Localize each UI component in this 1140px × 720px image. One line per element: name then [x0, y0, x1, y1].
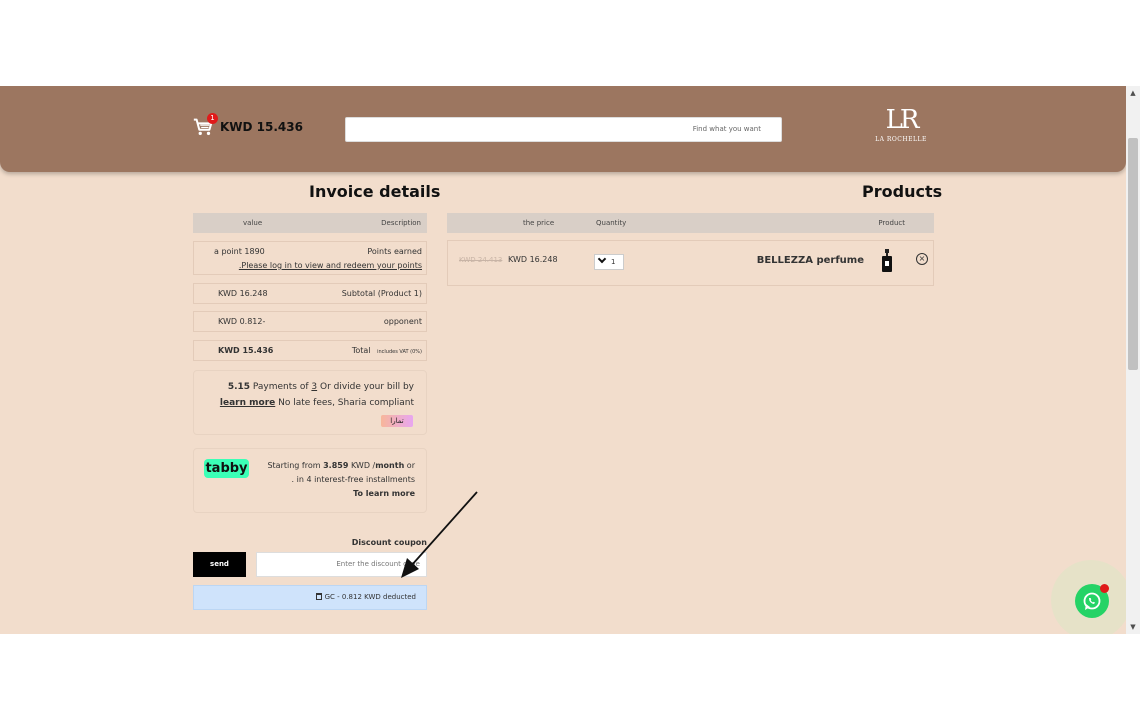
- col-description: Description: [381, 219, 421, 227]
- tabby-mid: KWD /: [348, 461, 376, 470]
- brand-logo[interactable]: LR LA ROCHELLE: [866, 104, 936, 154]
- whatsapp-icon: [1082, 591, 1102, 611]
- perfume-bottle-icon: [881, 249, 893, 273]
- annotation-arrow: [401, 491, 478, 578]
- col-product: Product: [878, 219, 905, 227]
- tabby-widget: tabby Starting from 3.859 KWD /month or …: [193, 448, 427, 513]
- tabby-amount: 3.859: [323, 461, 349, 470]
- tamara-learn-more[interactable]: learn more: [220, 398, 275, 408]
- tabby-logo: tabby: [204, 459, 249, 478]
- tamara-amount: 5.15: [227, 382, 251, 392]
- total-value: KWD 15.436: [218, 346, 274, 355]
- points-value: a point 1890: [214, 247, 265, 256]
- cart-icon: 1: [192, 113, 218, 138]
- opponent-row: KWD 0.812- opponent: [193, 311, 427, 332]
- tamara-logo: تمارا: [381, 415, 413, 427]
- tamara-widget: 5.15 Payments of 3 Or divide your bill b…: [193, 370, 427, 435]
- coupon-applied-text: GC - 0.812 KWD deducted: [324, 593, 416, 601]
- col-price: the price: [523, 219, 555, 227]
- products-title: Products: [862, 182, 943, 201]
- tabby-line2: . in 4 interest-free installments: [291, 475, 415, 484]
- tabby-suffix: or: [404, 461, 415, 470]
- login-link[interactable]: .Please log in to view and redeem your p…: [239, 261, 422, 270]
- vat-note: includes VAT (0%): [377, 349, 422, 355]
- send-button[interactable]: send: [193, 552, 246, 577]
- subtotal-value: KWD 16.248: [218, 289, 268, 298]
- col-value: value: [243, 219, 263, 227]
- tabby-link[interactable]: To learn more: [267, 487, 415, 501]
- products-table-header: the price Quantity Product: [447, 213, 934, 233]
- logo-mark: LR: [885, 105, 920, 135]
- product-name[interactable]: BELLEZZA perfume: [757, 255, 864, 266]
- total-label: Total: [351, 346, 371, 355]
- quantity-select[interactable]: 1: [594, 254, 624, 270]
- product-row: KWD 24.413 KWD 16.248 1 BELLEZZA perfume…: [447, 240, 934, 286]
- tabby-text: Starting from 3.859 KWD /month or . in 4…: [267, 459, 415, 501]
- tabby-prefix: Starting from: [267, 461, 324, 470]
- trash-icon[interactable]: [315, 593, 322, 600]
- tamara-text: 5.15 Payments of 3 Or divide your bill b…: [220, 379, 414, 411]
- subtotal-row: KWD 16.248 Subtotal (Product 1): [193, 283, 427, 304]
- opponent-label: opponent: [383, 317, 422, 326]
- whatsapp-notification-dot: [1100, 584, 1109, 593]
- cart-button[interactable]: 1 KWD 15.436: [192, 113, 303, 138]
- subtotal-label: Subtotal (Product 1): [341, 289, 422, 298]
- chevron-down-icon: [597, 254, 607, 264]
- cart-total: KWD 15.436: [220, 120, 303, 134]
- page-viewport: 1 KWD 15.436 Find what you want LR LA RO…: [0, 86, 1126, 634]
- invoice-title: Invoice details: [309, 182, 441, 201]
- coupon-label: Discount coupon: [351, 538, 427, 547]
- total-row: KWD 15.436 Total includes VAT (0%): [193, 340, 427, 361]
- site-header: 1 KWD 15.436 Find what you want LR LA RO…: [0, 86, 1126, 172]
- scroll-down-icon[interactable]: ▼: [1126, 620, 1140, 634]
- tamara-line1-tail: Or divide your bill by: [317, 382, 414, 392]
- current-price: KWD 16.248: [508, 255, 558, 264]
- old-price: KWD 24.413: [459, 256, 503, 264]
- search-input[interactable]: Find what you want: [345, 117, 782, 142]
- logo-text: LA ROCHELLE: [875, 136, 927, 143]
- quantity-value: 1: [611, 258, 616, 266]
- total-label-group: Total includes VAT (0%): [352, 341, 422, 362]
- opponent-value: KWD 0.812-: [218, 317, 266, 326]
- coupon-applied-badge: GC - 0.812 KWD deducted: [193, 585, 427, 610]
- tabby-unit: month: [375, 461, 405, 470]
- scroll-up-icon[interactable]: ▲: [1126, 86, 1140, 100]
- points-label: Points earned: [367, 247, 422, 256]
- page-scrollbar[interactable]: ▲ ▼: [1126, 86, 1140, 634]
- col-quantity: Quantity: [596, 219, 627, 227]
- points-row: a point 1890 Points earned .Please log i…: [193, 241, 427, 275]
- remove-icon[interactable]: ×: [916, 253, 928, 265]
- cart-count-badge: 1: [207, 113, 218, 124]
- invoice-table-header: value Description: [193, 213, 427, 233]
- tamara-line2: No late fees, Sharia compliant: [275, 398, 414, 408]
- tamara-line1: Payments of: [250, 382, 312, 392]
- scrollbar-thumb[interactable]: [1128, 138, 1138, 370]
